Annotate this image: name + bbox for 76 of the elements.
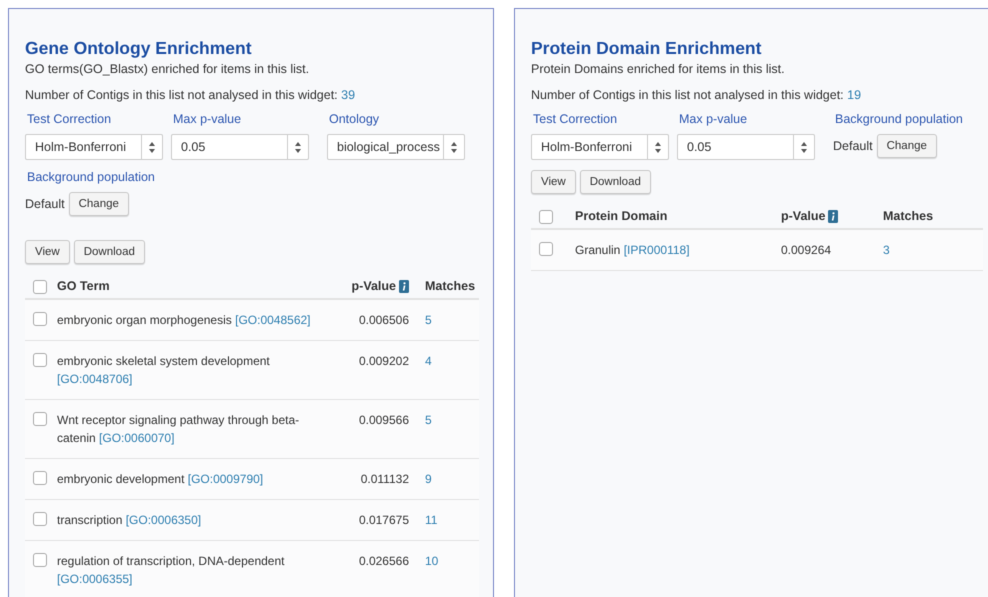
checkbox[interactable] xyxy=(33,312,47,326)
sort-arrows-icon xyxy=(295,142,301,152)
not-analysed-note: Number of Contigs in this list not analysed in this widget: 39 xyxy=(25,88,356,102)
checkbox[interactable] xyxy=(33,471,47,485)
matches-link[interactable]: 9 xyxy=(425,472,432,486)
column-header: p-Value xyxy=(781,209,826,223)
not-analysed-note: Number of Contigs in this list not analysed in this widget: 19 xyxy=(531,88,862,102)
term-text: embryonic skeletal system development [GO:0048706] xyxy=(57,353,271,388)
term-link[interactable]: [GO:0006350] xyxy=(126,513,202,527)
action-button[interactable]: View xyxy=(531,170,576,194)
p-value: 0.009202 xyxy=(358,353,409,370)
dropdown[interactable]: Holm-Bonferroni xyxy=(531,134,669,160)
control-label: Test Correction xyxy=(26,112,112,126)
sort-arrows-icon xyxy=(655,142,661,152)
control-label: Background population xyxy=(26,170,156,184)
action-button[interactable]: Download xyxy=(74,240,145,264)
checkbox[interactable] xyxy=(33,353,47,367)
info-icon[interactable] xyxy=(399,280,409,292)
p-value: 0.009566 xyxy=(358,412,409,429)
checkbox[interactable] xyxy=(33,553,47,567)
matches-link[interactable]: 4 xyxy=(425,354,432,368)
control-label: Ontology xyxy=(328,112,380,126)
control-label: Max p-value xyxy=(678,112,748,126)
change-button[interactable]: Change xyxy=(68,192,129,216)
term-text: embryonic development [GO:0009790] xyxy=(57,471,264,488)
matches-link[interactable]: 5 xyxy=(425,413,432,427)
term-text: Granulin [IPR000118] xyxy=(575,242,691,259)
term-text: transcription [GO:0006350] xyxy=(57,512,202,529)
term-text: embryonic organ morphogenesis [GO:0048562] xyxy=(57,312,312,329)
column-header: Matches xyxy=(424,279,476,293)
panel-description: GO terms(GO_Blastx) enriched for items in this list. xyxy=(25,62,310,76)
p-value: 0.011132 xyxy=(360,471,409,488)
column-header: GO Term xyxy=(57,279,111,293)
info-icon[interactable] xyxy=(828,210,838,222)
term-text: Wnt receptor signaling pathway through beta-catenin [GO:0060070] xyxy=(57,412,300,447)
term-link[interactable]: [GO:0009790] xyxy=(188,472,264,486)
sort-arrows-icon xyxy=(451,142,457,152)
term-text: regulation of transcription, DNA-dependent [GO:0006355] xyxy=(57,553,286,588)
p-value: 0.017675 xyxy=(358,512,409,529)
action-button[interactable]: View xyxy=(25,240,70,264)
checkbox[interactable] xyxy=(33,412,47,426)
p-value: 0.026566 xyxy=(358,553,409,570)
p-value: 0.009264 xyxy=(781,242,832,259)
column-header: p-Value xyxy=(352,279,396,293)
control-label: Max p-value xyxy=(172,112,242,126)
matches-link[interactable]: 5 xyxy=(425,313,432,327)
panel-title: Protein Domain Enrichment xyxy=(531,38,762,59)
term-link[interactable]: [GO:0006355] xyxy=(57,572,132,586)
term-link[interactable]: [GO:0048706] xyxy=(57,372,132,386)
matches-link[interactable]: 3 xyxy=(883,243,890,257)
checkbox[interactable] xyxy=(33,280,47,294)
background-value: Default xyxy=(25,197,65,211)
matches-link[interactable]: 11 xyxy=(425,513,438,527)
p-value: 0.006506 xyxy=(358,312,409,329)
column-header: Matches xyxy=(883,209,934,223)
checkbox[interactable] xyxy=(33,512,47,526)
panel-description: Protein Domains enriched for items in this list. xyxy=(531,62,786,76)
sort-arrows-icon xyxy=(149,142,155,152)
sort-arrows-icon xyxy=(801,142,807,152)
dropdown[interactable]: 0.05 xyxy=(171,134,309,160)
action-button[interactable]: Download xyxy=(580,170,651,194)
dropdown[interactable]: biological_process xyxy=(327,134,465,160)
term-link[interactable]: [IPR000118] xyxy=(624,243,690,257)
column-header: Protein Domain xyxy=(575,209,668,223)
background-value: Default xyxy=(833,139,873,153)
change-button[interactable]: Change xyxy=(876,134,937,158)
dropdown[interactable]: Holm-Bonferroni xyxy=(25,134,163,160)
dropdown[interactable]: 0.05 xyxy=(677,134,815,160)
term-link[interactable]: [GO:0060070] xyxy=(99,431,174,445)
checkbox[interactable] xyxy=(539,242,553,256)
checkbox[interactable] xyxy=(539,210,553,224)
control-label: Test Correction xyxy=(532,112,618,126)
term-link[interactable]: [GO:0048562] xyxy=(235,313,310,327)
matches-link[interactable]: 10 xyxy=(425,554,438,568)
panel-title: Gene Ontology Enrichment xyxy=(25,38,253,59)
control-label: Background population xyxy=(834,112,964,126)
